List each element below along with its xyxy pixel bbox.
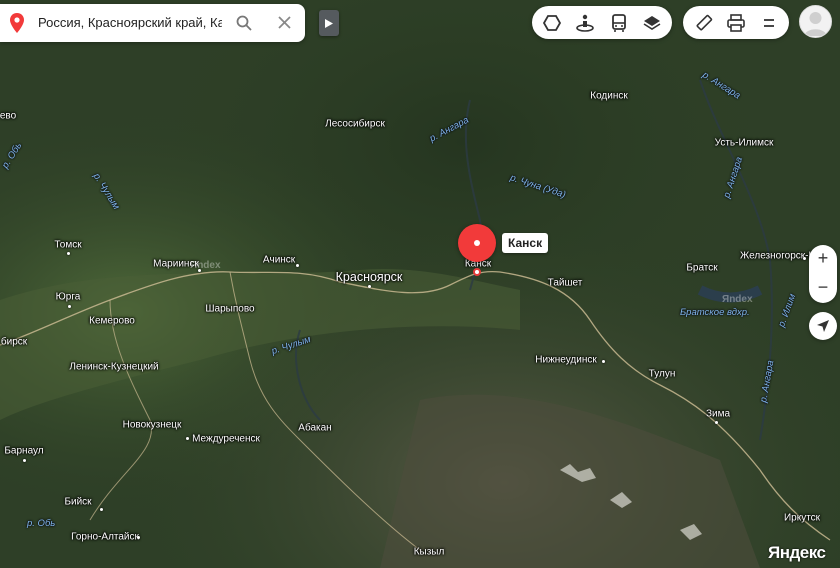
city-label[interactable]: ево bbox=[0, 111, 16, 122]
city-label[interactable]: Кодинск bbox=[590, 91, 628, 102]
tile-watermark: Яndex bbox=[190, 260, 221, 271]
map-tools-toolbar bbox=[683, 6, 789, 39]
city-dot bbox=[67, 252, 70, 255]
city-dot bbox=[137, 536, 140, 539]
city-dot bbox=[23, 459, 26, 462]
city-dot bbox=[602, 360, 605, 363]
city-label[interactable]: Бийск bbox=[64, 497, 91, 508]
city-label[interactable]: Шарыпово bbox=[205, 304, 254, 315]
user-icon bbox=[804, 12, 827, 36]
panorama-icon[interactable] bbox=[575, 13, 595, 33]
marker-label[interactable]: Канск bbox=[502, 233, 549, 253]
traffic-icon[interactable] bbox=[542, 13, 562, 33]
city-label[interactable]: Лесосибирск bbox=[325, 119, 385, 130]
city-label[interactable]: Горно-Алтайск bbox=[71, 532, 139, 543]
user-avatar[interactable] bbox=[799, 5, 832, 38]
city-dot bbox=[296, 264, 299, 267]
zoom-in-button[interactable]: + bbox=[809, 245, 837, 273]
clear-icon[interactable] bbox=[277, 15, 292, 30]
transport-icon[interactable] bbox=[609, 13, 629, 33]
city-label[interactable]: Нижнеудинск bbox=[535, 355, 596, 366]
city-dot bbox=[803, 257, 806, 260]
menu-icon[interactable] bbox=[759, 13, 779, 33]
zoom-control: + − bbox=[809, 245, 837, 303]
city-label[interactable]: Усть-Илимск bbox=[715, 138, 774, 149]
city-label[interactable]: Томск bbox=[54, 240, 81, 251]
city-label[interactable]: Тайшет bbox=[548, 278, 583, 289]
selected-place-marker[interactable] bbox=[458, 224, 496, 262]
city-label[interactable]: Иркутск bbox=[784, 513, 820, 524]
city-label[interactable]: Абакан bbox=[298, 423, 331, 434]
city-label[interactable]: Юрга bbox=[56, 292, 81, 303]
marker-center-dot bbox=[474, 240, 480, 246]
play-arrow-icon bbox=[325, 19, 333, 28]
city-dot bbox=[100, 508, 103, 511]
city-dot bbox=[68, 305, 71, 308]
collapse-panel-button[interactable] bbox=[319, 10, 339, 36]
city-dot bbox=[368, 285, 371, 288]
search-input[interactable]: Россия, Красноярский край, Кан bbox=[38, 15, 222, 30]
zoom-out-button[interactable]: − bbox=[809, 274, 837, 302]
search-box[interactable]: Россия, Красноярский край, Кан bbox=[0, 4, 305, 42]
my-location-button[interactable] bbox=[809, 312, 837, 340]
geolocation-arrow-icon bbox=[817, 320, 829, 332]
yandex-logo: Яндекс bbox=[768, 543, 826, 562]
city-label[interactable]: Междуреченск bbox=[192, 434, 260, 445]
city-label[interactable]: бирск bbox=[1, 337, 27, 348]
city-label[interactable]: Новокузнецк bbox=[123, 420, 182, 431]
city-label[interactable]: Тулун bbox=[649, 369, 676, 380]
city-label[interactable]: Барнаул bbox=[4, 446, 43, 457]
map-pin-icon bbox=[10, 13, 24, 33]
ruler-icon[interactable] bbox=[694, 13, 714, 33]
city-label[interactable]: Кемерово bbox=[89, 316, 135, 327]
city-label[interactable]: Ачинск bbox=[263, 255, 295, 266]
search-icon[interactable] bbox=[236, 15, 252, 31]
city-label[interactable]: Кызыл bbox=[414, 547, 445, 558]
city-dot bbox=[186, 437, 189, 440]
river-label: р. Обь bbox=[27, 518, 56, 529]
place-location-dot bbox=[473, 268, 481, 276]
city-label[interactable]: Братск bbox=[686, 263, 717, 274]
tile-watermark: Яndex bbox=[722, 294, 753, 305]
city-label[interactable]: Зима bbox=[706, 409, 730, 420]
print-icon[interactable] bbox=[726, 13, 746, 33]
lake-label: Братское вдхр. bbox=[680, 307, 750, 318]
layers-icon[interactable] bbox=[642, 13, 662, 33]
city-label-major[interactable]: Красноярск bbox=[336, 270, 403, 284]
satellite-map[interactable]: Кодинск Лесосибирск Усть-Илимск Томск Ма… bbox=[0, 0, 840, 568]
city-label[interactable]: Ленинск-Кузнецкий bbox=[69, 362, 158, 373]
map-layers-toolbar bbox=[532, 6, 672, 39]
city-dot bbox=[715, 421, 718, 424]
